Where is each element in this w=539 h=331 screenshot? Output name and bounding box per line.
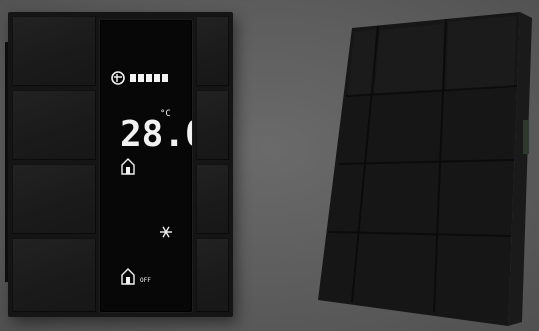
connector-tab — [523, 120, 529, 154]
product-scene: 28.0 °C OFF — [0, 0, 539, 331]
thermostat-panel-angled — [318, 12, 532, 326]
